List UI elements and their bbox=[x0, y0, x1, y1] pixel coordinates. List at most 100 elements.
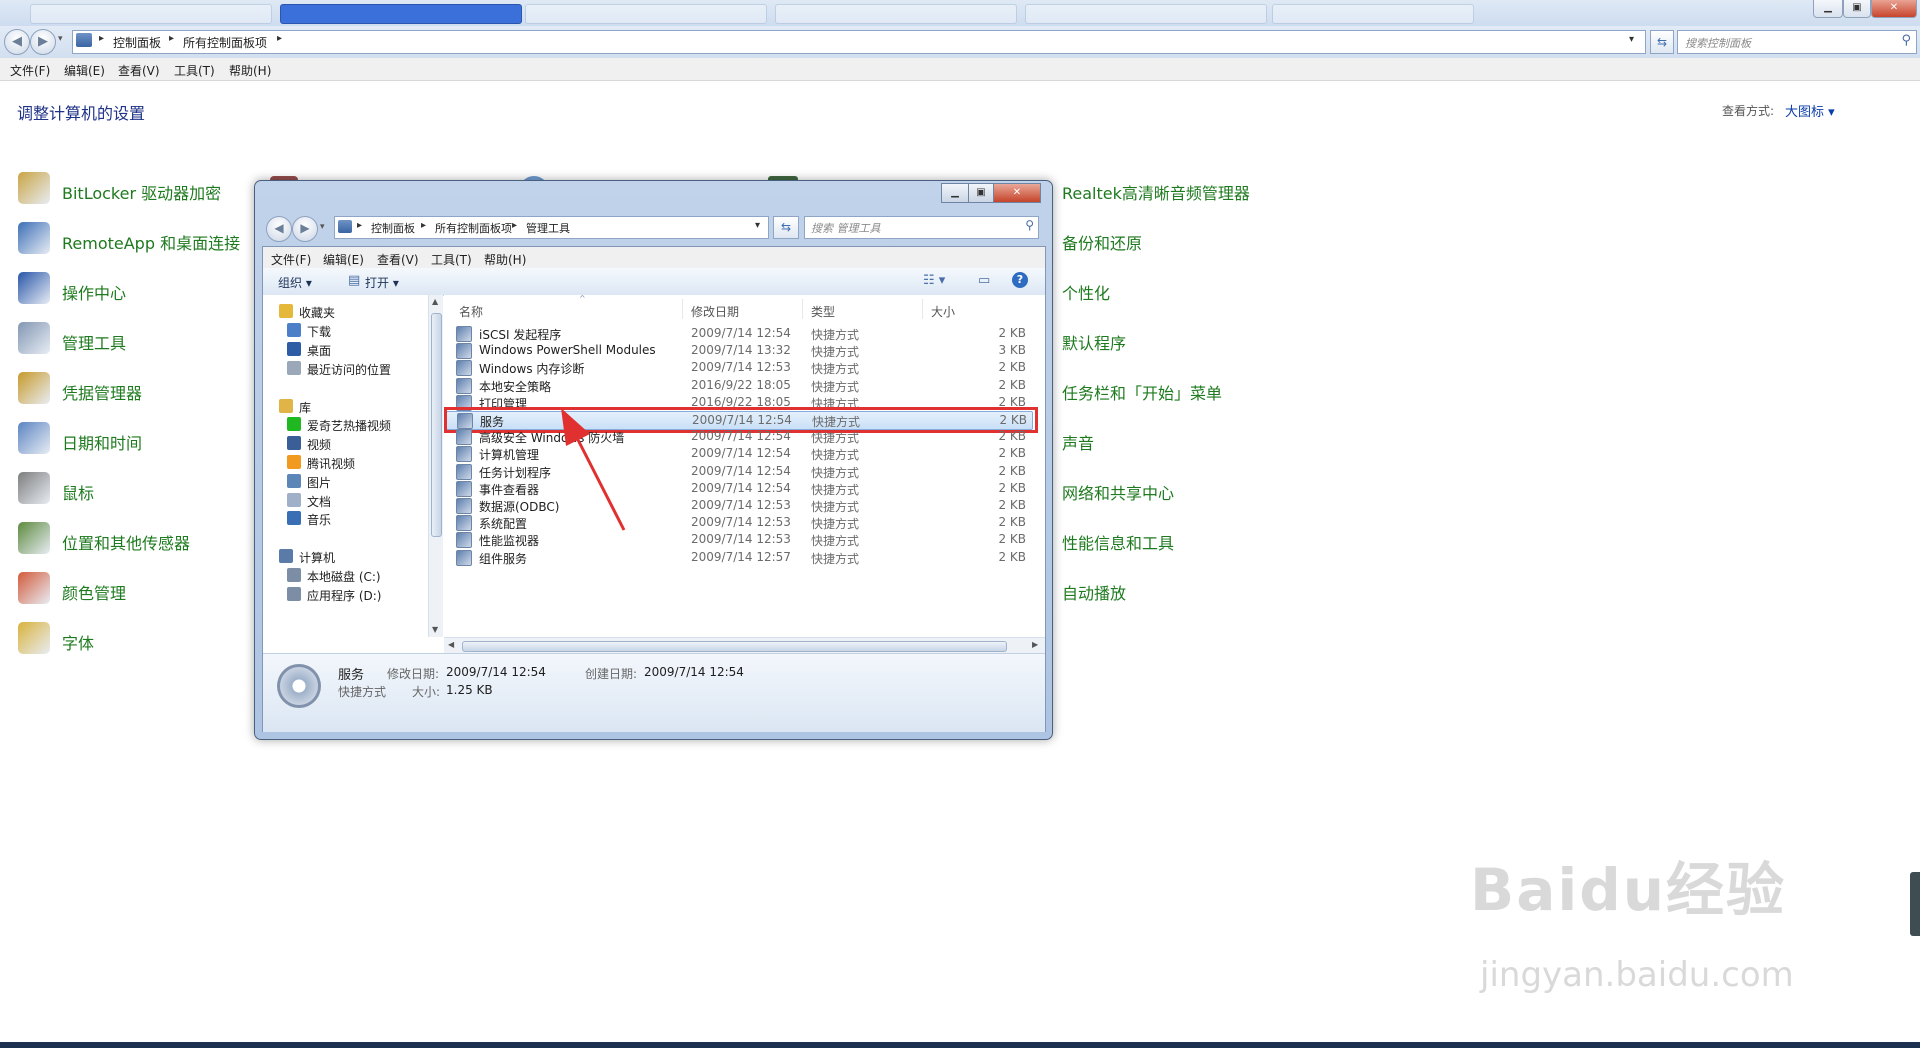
explorer-address-bar[interactable]: ▸ 控制面板 ▸ 所有控制面板项 ▸ 管理工具 ▾ bbox=[334, 216, 769, 239]
chevron-right-icon[interactable]: ▸ bbox=[277, 33, 282, 44]
chevron-right-icon[interactable]: ▸ bbox=[421, 220, 426, 231]
explorer-minimize-button[interactable]: ▁ bbox=[941, 183, 969, 203]
table-row[interactable]: 计算机管理 2009/7/14 12:54 快捷方式 2 KB bbox=[446, 445, 1031, 463]
dropdown-arrow-icon[interactable]: ▾ bbox=[755, 220, 760, 231]
menu-file[interactable]: 文件(F) bbox=[271, 251, 311, 268]
table-row[interactable]: 性能监视器 2009/7/14 12:53 快捷方式 2 KB bbox=[446, 531, 1031, 549]
table-row[interactable]: 本地安全策略 2016/9/22 18:05 快捷方式 2 KB bbox=[446, 377, 1031, 394]
column-divider[interactable] bbox=[802, 299, 803, 319]
refresh-button[interactable]: ⇆ bbox=[1650, 30, 1674, 54]
nav-item[interactable]: 收藏夹 bbox=[279, 302, 419, 322]
scroll-up-icon[interactable]: ▲ bbox=[432, 297, 438, 306]
nav-item[interactable]: 库 bbox=[279, 397, 419, 417]
nav-item[interactable]: 最近访问的位置 bbox=[287, 359, 427, 379]
table-row[interactable]: 任务计划程序 2009/7/14 12:54 快捷方式 2 KB bbox=[446, 463, 1031, 480]
explorer-search-input[interactable]: 搜索 管理工具 ⚲ bbox=[804, 216, 1039, 239]
column-header-size[interactable]: 大小 bbox=[931, 303, 955, 320]
search-icon[interactable]: ⚲ bbox=[1025, 218, 1034, 232]
explorer-back-button[interactable]: ◀ bbox=[266, 216, 292, 242]
control-panel-item[interactable]: RemoteApp 和桌面连接 bbox=[18, 222, 248, 256]
menu-view[interactable]: 查看(V) bbox=[377, 251, 419, 268]
control-panel-item[interactable]: 网络和共享中心 bbox=[1062, 472, 1282, 506]
menu-edit[interactable]: 编辑(E) bbox=[64, 62, 105, 79]
control-panel-item[interactable]: 日期和时间 bbox=[18, 422, 248, 456]
column-divider[interactable] bbox=[922, 299, 923, 319]
nav-item[interactable]: 桌面 bbox=[287, 340, 427, 360]
view-by-dropdown[interactable]: 大图标 ▾ bbox=[1785, 101, 1835, 120]
control-panel-item[interactable]: 管理工具 bbox=[18, 322, 248, 356]
preview-pane-icon[interactable]: ▭ bbox=[978, 273, 990, 288]
maximize-button[interactable]: ▣ bbox=[1843, 0, 1871, 18]
control-panel-item[interactable]: BitLocker 驱动器加密 bbox=[18, 172, 248, 206]
control-panel-item[interactable]: 声音 bbox=[1062, 422, 1282, 456]
table-row[interactable]: iSCSI 发起程序 2009/7/14 12:54 快捷方式 2 KB bbox=[446, 325, 1031, 342]
background-tab[interactable] bbox=[775, 4, 1017, 24]
menu-tools[interactable]: 工具(T) bbox=[174, 62, 215, 79]
background-tab[interactable] bbox=[30, 4, 272, 24]
dropdown-arrow-icon[interactable]: ▾ bbox=[1629, 34, 1634, 45]
horizontal-scrollbar[interactable]: ◀ ▶ bbox=[444, 637, 1045, 654]
scroll-down-icon[interactable]: ▼ bbox=[432, 625, 438, 634]
nav-item[interactable]: 图片 bbox=[287, 472, 427, 492]
breadcrumb-item[interactable]: 控制面板 bbox=[371, 220, 415, 236]
table-row[interactable]: Windows 内存诊断 2009/7/14 12:53 快捷方式 2 KB bbox=[446, 359, 1031, 377]
table-row[interactable]: Windows PowerShell Modules 2009/7/14 13:3… bbox=[446, 342, 1031, 360]
control-panel-item[interactable]: 位置和其他传感器 bbox=[18, 522, 248, 556]
taskbar[interactable] bbox=[0, 1042, 1920, 1048]
control-panel-item[interactable]: 性能信息和工具 bbox=[1062, 522, 1282, 556]
control-panel-item[interactable]: 个性化 bbox=[1062, 272, 1282, 306]
control-panel-item[interactable]: 鼠标 bbox=[18, 472, 248, 506]
background-tab[interactable] bbox=[1025, 4, 1267, 24]
table-row[interactable]: 高级安全 Windows 防火墙 2009/7/14 12:54 快捷方式 2 KB bbox=[446, 428, 1031, 446]
nav-item[interactable]: 音乐 bbox=[287, 509, 427, 529]
close-button[interactable]: ✕ bbox=[1871, 0, 1917, 18]
column-header-date[interactable]: 修改日期 bbox=[691, 303, 739, 320]
chevron-right-icon[interactable]: ▸ bbox=[169, 33, 174, 44]
control-panel-item[interactable]: Realtek高清晰音频管理器 bbox=[1062, 172, 1282, 206]
search-icon[interactable]: ⚲ bbox=[1901, 33, 1911, 48]
breadcrumb-item[interactable]: 控制面板 bbox=[113, 34, 161, 51]
nav-item[interactable]: 视频 bbox=[287, 434, 427, 454]
background-tab[interactable] bbox=[1272, 4, 1474, 24]
nav-item[interactable]: 爱奇艺热播视频 bbox=[287, 415, 427, 435]
control-panel-item[interactable]: 备份和还原 bbox=[1062, 222, 1282, 256]
explorer-close-button[interactable]: ✕ bbox=[993, 183, 1041, 203]
control-panel-item[interactable]: 任务栏和「开始」菜单 bbox=[1062, 372, 1282, 406]
address-bar[interactable]: ▸ 控制面板 ▸ 所有控制面板项 ▸ ▾ bbox=[72, 30, 1646, 54]
chevron-right-icon[interactable]: ▸ bbox=[512, 220, 517, 231]
scroll-left-icon[interactable]: ◀ bbox=[448, 640, 454, 649]
column-divider[interactable] bbox=[682, 299, 683, 319]
explorer-recent-icon[interactable]: ▾ bbox=[320, 222, 325, 232]
control-panel-item[interactable]: 颜色管理 bbox=[18, 572, 248, 606]
breadcrumb-item[interactable]: 管理工具 bbox=[526, 220, 570, 236]
table-row[interactable]: 事件查看器 2009/7/14 12:54 快捷方式 2 KB bbox=[446, 480, 1031, 497]
control-panel-item[interactable]: 默认程序 bbox=[1062, 322, 1282, 356]
control-panel-item[interactable]: 自动播放 bbox=[1062, 572, 1282, 606]
search-input[interactable]: 搜索控制面板 ⚲ bbox=[1677, 30, 1917, 54]
nav-item[interactable]: 下载 bbox=[287, 321, 427, 341]
nav-item[interactable]: 计算机 bbox=[279, 547, 419, 567]
chevron-right-icon[interactable]: ▸ bbox=[99, 33, 104, 44]
table-row[interactable]: 系统配置 2009/7/14 12:53 快捷方式 2 KB bbox=[446, 514, 1031, 532]
menu-file[interactable]: 文件(F) bbox=[10, 62, 50, 79]
nav-item[interactable]: 应用程序 (D:) bbox=[287, 585, 427, 605]
open-icon[interactable]: ▤ bbox=[348, 273, 360, 288]
background-tab[interactable] bbox=[525, 4, 767, 24]
navigation-scrollbar[interactable]: ▲ ▼ bbox=[428, 295, 443, 637]
table-row[interactable]: 组件服务 2009/7/14 12:57 快捷方式 2 KB bbox=[446, 549, 1031, 566]
horizontal-scroll-thumb[interactable] bbox=[462, 641, 1007, 652]
open-button[interactable]: 打开 ▾ bbox=[365, 274, 399, 291]
explorer-forward-button[interactable]: ▶ bbox=[292, 216, 318, 242]
help-icon[interactable]: ? bbox=[1012, 272, 1028, 288]
minimize-button[interactable]: ▁ bbox=[1813, 0, 1843, 18]
breadcrumb-item[interactable]: 所有控制面板项 bbox=[183, 34, 267, 51]
nav-item[interactable]: 本地磁盘 (C:) bbox=[287, 566, 427, 586]
forward-button[interactable]: ▶ bbox=[30, 29, 56, 55]
menu-view[interactable]: 查看(V) bbox=[118, 62, 160, 79]
organize-button[interactable]: 组织 ▾ bbox=[278, 274, 312, 291]
back-button[interactable]: ◀ bbox=[4, 29, 30, 55]
control-panel-item[interactable]: 字体 bbox=[18, 622, 248, 656]
nav-item[interactable]: 腾讯视频 bbox=[287, 453, 427, 473]
scroll-right-icon[interactable]: ▶ bbox=[1032, 640, 1038, 649]
view-options-icon[interactable]: ☷ ▾ bbox=[923, 273, 945, 288]
